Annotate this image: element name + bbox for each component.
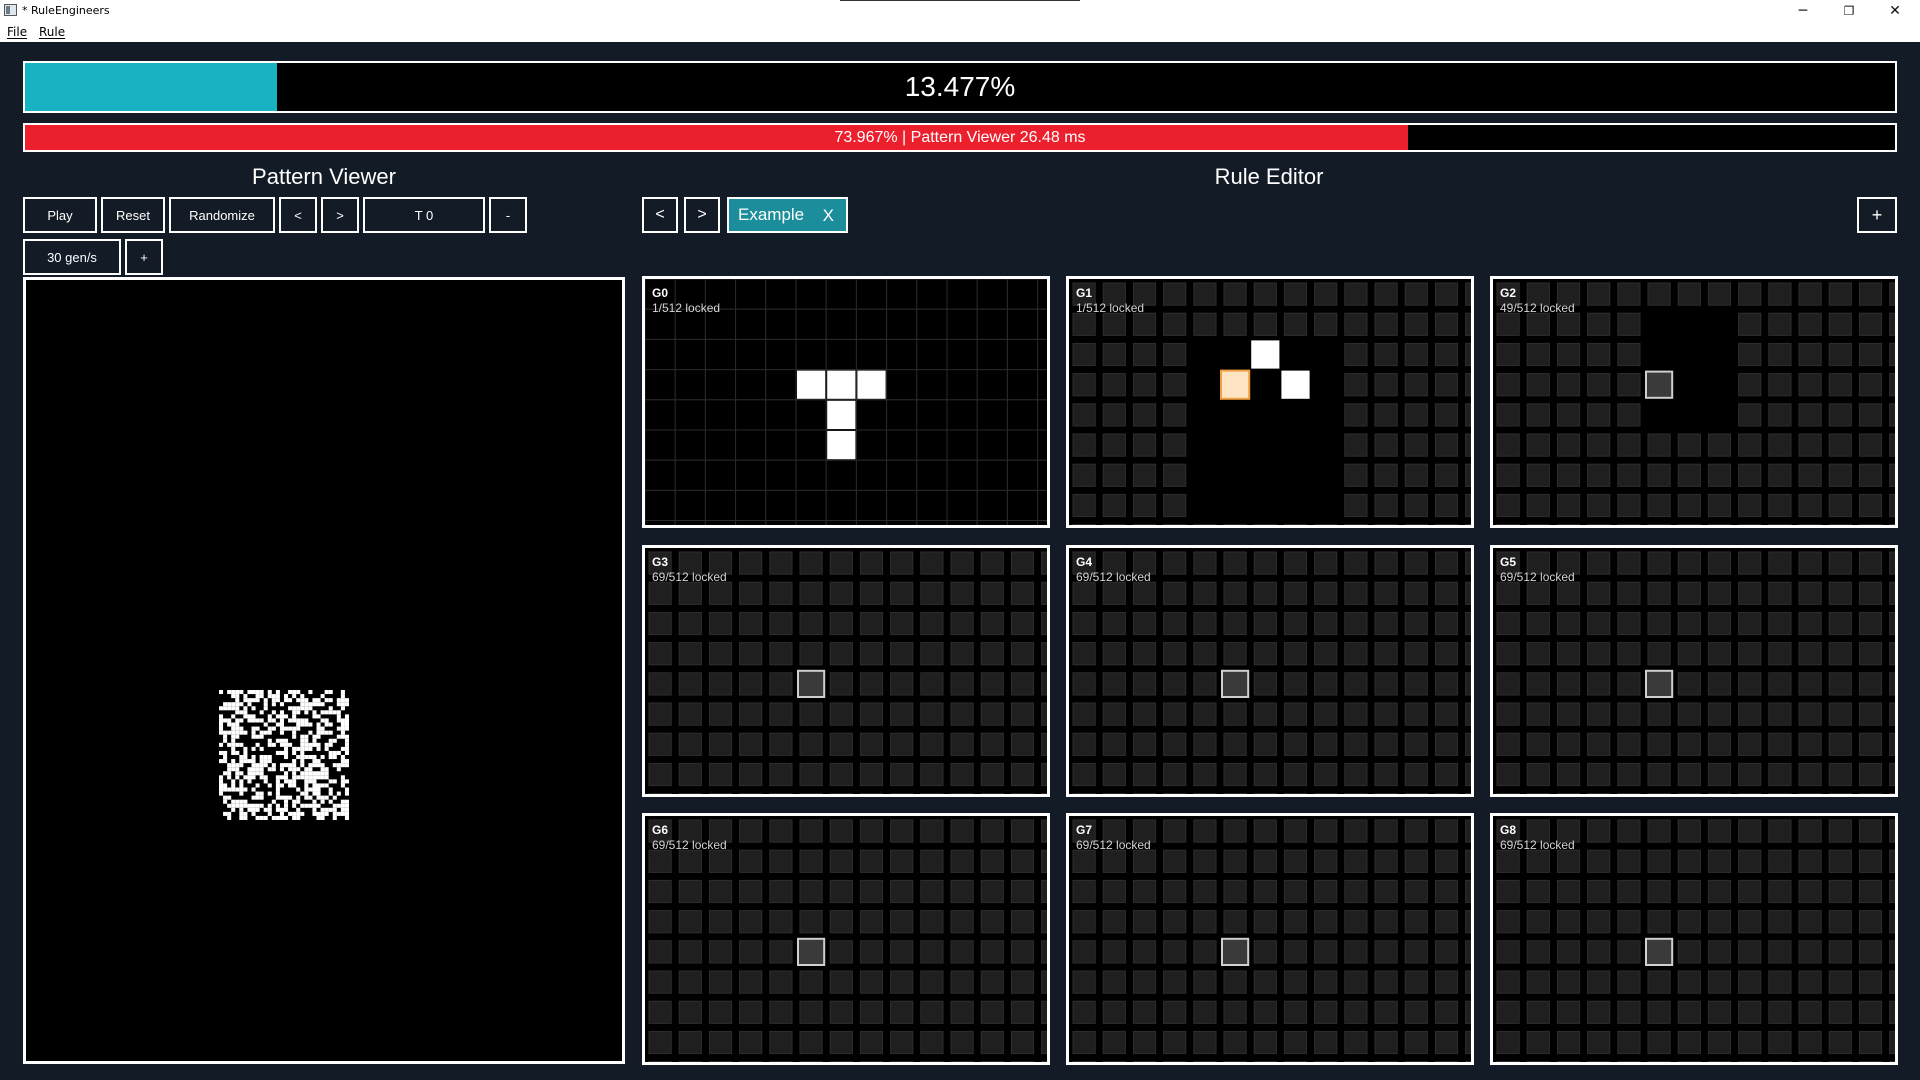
pattern-viewer-canvas[interactable] xyxy=(23,277,625,1064)
generation-locked-count: 69/512 locked xyxy=(1076,570,1151,584)
generation-grid[interactable] xyxy=(645,816,1050,1065)
tab-example-label: Example xyxy=(738,205,805,224)
window-title: * RuleEngineers xyxy=(22,4,110,17)
menu-bar: File Rule xyxy=(0,22,1920,42)
generation-locked-count: 69/512 locked xyxy=(1500,838,1575,852)
reset-button[interactable]: Reset xyxy=(101,197,165,233)
generation-grid[interactable] xyxy=(1493,548,1898,797)
increase-speed-button[interactable]: + xyxy=(125,239,163,275)
generation-panel-g6[interactable]: G6 69/512 locked xyxy=(642,813,1050,1065)
menu-rule[interactable]: Rule xyxy=(39,25,65,39)
progress-bar-main: 13.477% xyxy=(23,61,1897,113)
pattern-viewer-title: Pattern Viewer xyxy=(252,164,396,189)
generation-grid[interactable] xyxy=(1493,279,1898,528)
generation-title: G7 xyxy=(1076,823,1093,837)
generation-locked-count: 1/512 locked xyxy=(1076,301,1145,315)
previous-step-button[interactable]: < xyxy=(279,197,317,233)
close-icon[interactable]: ✕ xyxy=(1872,0,1918,22)
generation-panel-g8[interactable]: G8 69/512 locked xyxy=(1490,813,1898,1065)
add-generation-button[interactable]: + xyxy=(1857,197,1897,233)
app-icon xyxy=(4,4,17,16)
menu-file[interactable]: File xyxy=(7,25,27,39)
generation-grid[interactable] xyxy=(1069,816,1474,1065)
generation-panel-g5[interactable]: G5 69/512 locked xyxy=(1490,545,1898,797)
generation-panel-g0[interactable]: G0 1/512 locked xyxy=(642,276,1050,528)
generation-title: G5 xyxy=(1500,555,1517,569)
generation-locked-count: 69/512 locked xyxy=(1500,570,1575,584)
progress-bar-main-label: 13.477% xyxy=(904,71,1016,102)
generation-locked-count: 1/512 locked xyxy=(652,301,721,315)
generation-grid[interactable] xyxy=(645,279,1050,528)
generation-title: G6 xyxy=(652,823,669,837)
title-bar-divider xyxy=(840,0,1080,1)
randomize-button[interactable]: Randomize xyxy=(169,197,275,233)
generation-title: G2 xyxy=(1500,286,1517,300)
generation-grid[interactable] xyxy=(1493,816,1898,1065)
restore-icon[interactable]: ❐ xyxy=(1826,0,1872,22)
progress-bar-performance: 73.967% | Pattern Viewer 26.48 ms xyxy=(23,123,1897,152)
generation-panel-g4[interactable]: G4 69/512 locked xyxy=(1066,545,1474,797)
generation-title: G3 xyxy=(652,555,669,569)
generation-title: G0 xyxy=(652,286,669,300)
generation-grid[interactable] xyxy=(1069,548,1474,797)
generation-panel-g7[interactable]: G7 69/512 locked xyxy=(1066,813,1474,1065)
play-button[interactable]: Play xyxy=(23,197,97,233)
generation-locked-count: 69/512 locked xyxy=(1076,838,1151,852)
generation-title: G1 xyxy=(1076,286,1093,300)
tab-close-icon[interactable]: X xyxy=(823,206,834,226)
generation-panel-g3[interactable]: G3 69/512 locked xyxy=(642,545,1050,797)
speed-field[interactable]: 30 gen/s xyxy=(23,239,121,275)
tab-example[interactable]: Example X xyxy=(727,197,848,233)
generation-title: G8 xyxy=(1500,823,1517,837)
decrease-button[interactable]: - xyxy=(489,197,527,233)
generation-locked-count: 49/512 locked xyxy=(1500,301,1575,315)
generation-locked-count: 69/512 locked xyxy=(652,838,727,852)
rule-next-button[interactable]: > xyxy=(684,197,720,233)
generation-grid[interactable] xyxy=(645,548,1050,797)
minimize-icon[interactable]: ─ xyxy=(1780,0,1826,22)
generation-panel-g1[interactable]: G1 1/512 locked xyxy=(1066,276,1474,528)
generation-panel-g2[interactable]: G2 49/512 locked xyxy=(1490,276,1898,528)
next-step-button[interactable]: > xyxy=(321,197,359,233)
time-step-field[interactable]: T 0 xyxy=(363,197,485,233)
generation-grid[interactable] xyxy=(1069,279,1474,528)
title-bar: * RuleEngineers ─ ❐ ✕ xyxy=(0,0,1920,22)
rule-previous-button[interactable]: < xyxy=(642,197,678,233)
progress-bar-performance-label: 73.967% | Pattern Viewer 26.48 ms xyxy=(834,128,1086,146)
generation-locked-count: 69/512 locked xyxy=(652,570,727,584)
rule-editor-title: Rule Editor xyxy=(1214,164,1324,189)
pattern-noise xyxy=(219,690,349,820)
generation-title: G4 xyxy=(1076,555,1093,569)
